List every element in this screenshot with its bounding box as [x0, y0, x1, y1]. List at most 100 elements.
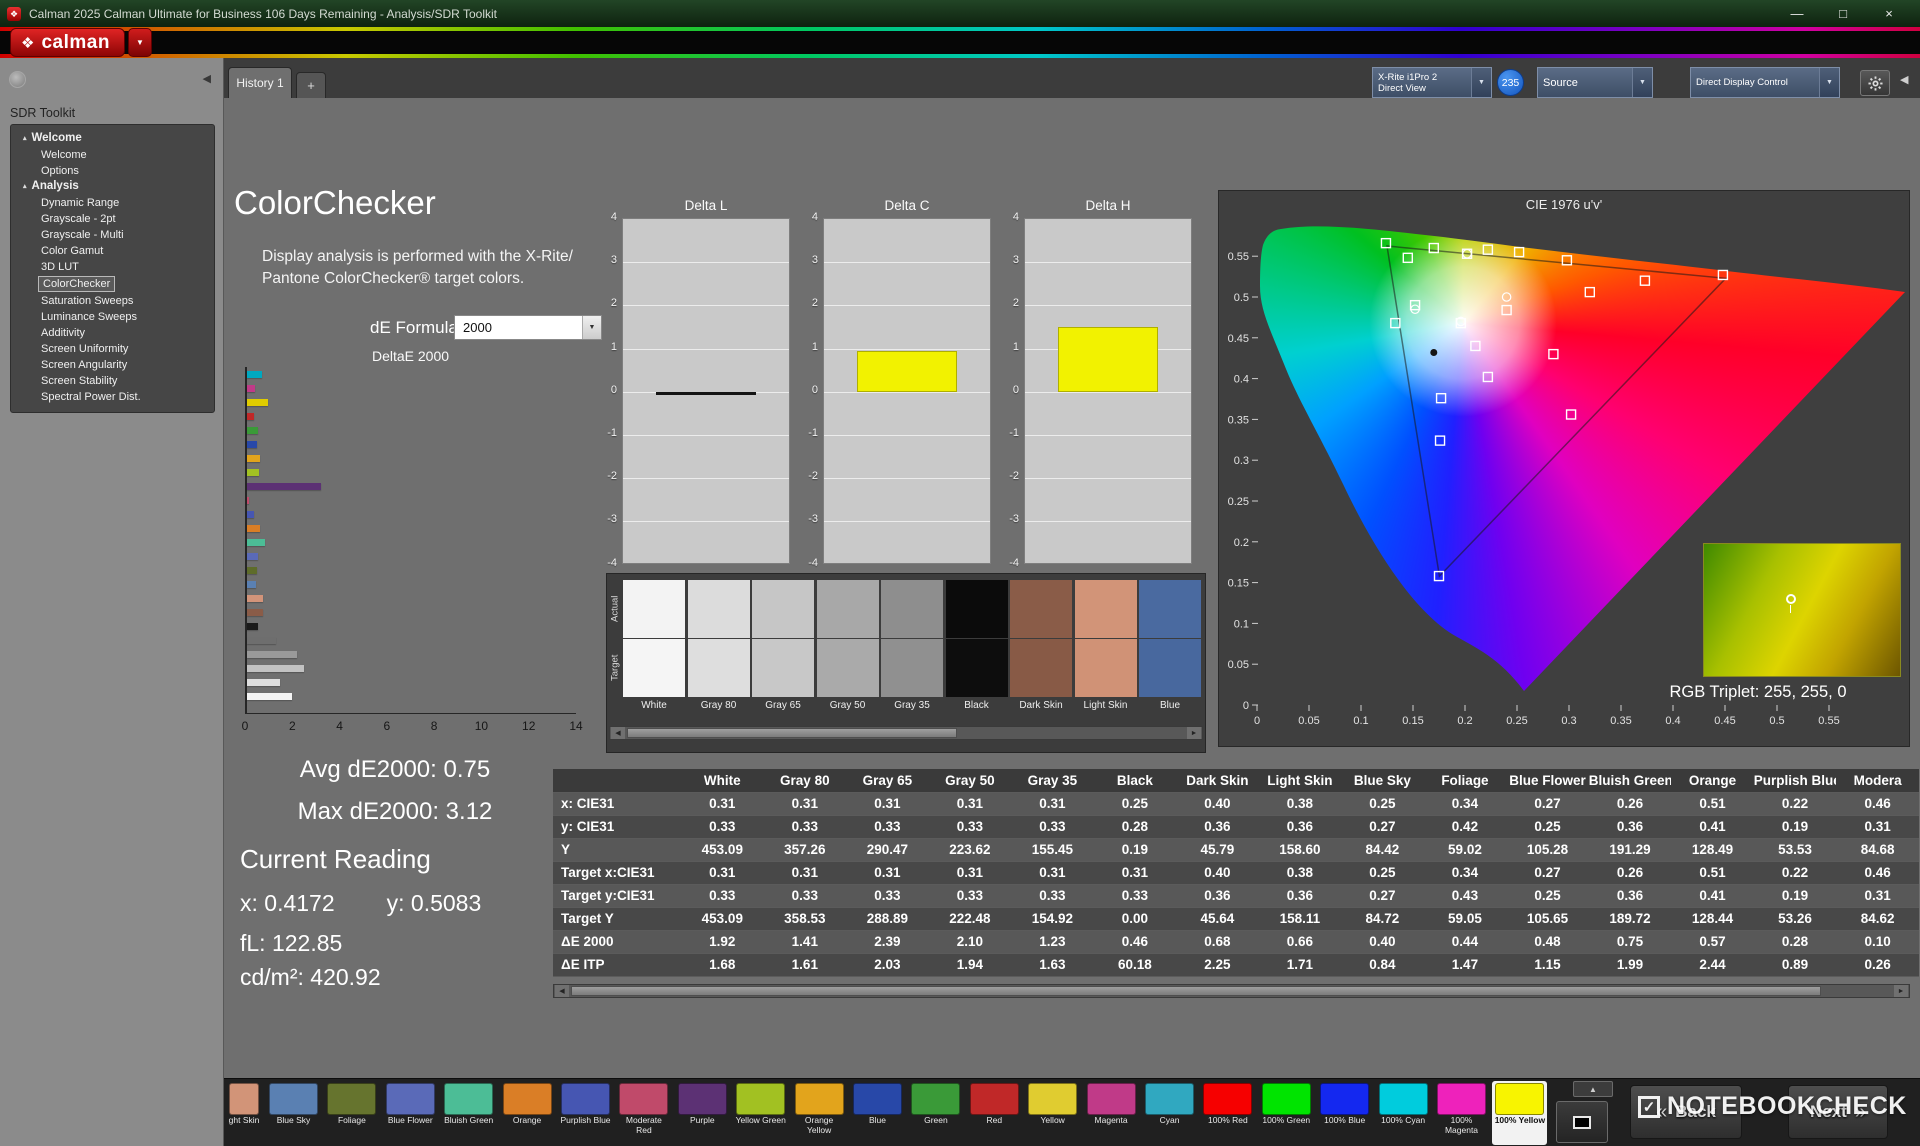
de-formula-select[interactable]: 2000 ▼	[454, 315, 602, 340]
sidebar-item-additivity[interactable]: Additivity	[11, 325, 214, 341]
scroll-right-icon[interactable]: ►	[1894, 985, 1908, 997]
table-cell: 2.10	[928, 930, 1012, 954]
patch-button-100-magenta[interactable]: 100% Magenta	[1434, 1081, 1489, 1145]
table-cell: 0.31	[1093, 861, 1177, 885]
tab-history-1[interactable]: History 1	[228, 67, 292, 98]
maximize-button[interactable]: □	[1820, 6, 1866, 21]
home-icon[interactable]	[9, 71, 26, 88]
patch-button-purple[interactable]: Purple	[675, 1081, 730, 1145]
sidebar-item-welcome[interactable]: Welcome	[11, 147, 214, 163]
patch-button-magenta[interactable]: Magenta	[1084, 1081, 1139, 1145]
sidebar-item-spectral-power-dist-[interactable]: Spectral Power Dist.	[11, 389, 214, 405]
scroll-right-icon[interactable]: ►	[1187, 727, 1201, 739]
patch-button-ght-skin[interactable]: ght Skin	[226, 1081, 262, 1145]
svg-text:0.45: 0.45	[1228, 333, 1249, 345]
strip-scrollbar[interactable]: ◀ ►	[609, 726, 1203, 740]
patch-button-blue[interactable]: Blue	[850, 1081, 905, 1145]
delta-bar	[1058, 327, 1158, 392]
display-control-select[interactable]: Direct Display Control ▼	[1690, 67, 1840, 98]
sidebar-item-grayscale-multi[interactable]: Grayscale - Multi	[11, 227, 214, 243]
close-button[interactable]: ×	[1866, 6, 1912, 21]
patch-comparison-strip: Actual Target White Gray 80 Gray 65 Gray 50…	[606, 573, 1206, 753]
patch-button-cyan[interactable]: Cyan	[1142, 1081, 1197, 1145]
column-header: Black	[1093, 769, 1177, 793]
source-select[interactable]: Source ▼	[1537, 67, 1653, 98]
table-scrollbar[interactable]: ◀ ►	[553, 984, 1910, 998]
table-cell: 0.36	[1176, 884, 1259, 908]
sidebar-item-options[interactable]: Options	[11, 163, 214, 179]
patch-zoom-preview	[1703, 543, 1901, 677]
patch-color	[1086, 1083, 1136, 1115]
right-panel-collapse-button[interactable]: ◀	[1900, 73, 1908, 86]
table-scroll-thumb[interactable]	[571, 986, 1821, 996]
sidebar-item-screen-uniformity[interactable]: Screen Uniformity	[11, 341, 214, 357]
sidebar-item-screen-stability[interactable]: Screen Stability	[11, 373, 214, 389]
strip-scroll-thumb[interactable]	[627, 728, 957, 738]
patch-button-blue-flower[interactable]: Blue Flower	[383, 1081, 438, 1145]
sidebar-item-3d-lut[interactable]: 3D LUT	[11, 259, 214, 275]
expander-icon[interactable]: ▴	[23, 131, 27, 146]
patch-button-yellow[interactable]: Yellow	[1025, 1081, 1080, 1145]
tree-section-welcome[interactable]: ▴ Welcome	[11, 131, 214, 147]
y-tick-label: 1	[811, 340, 818, 353]
patch-button-100-red[interactable]: 100% Red	[1200, 1081, 1255, 1145]
table-cell: 358.53	[763, 907, 847, 931]
patch-button-orange[interactable]: Orange	[500, 1081, 555, 1145]
expand-patch-list-button[interactable]: ▲	[1573, 1081, 1613, 1097]
patch-button-green[interactable]: Green	[908, 1081, 963, 1145]
next-label: Next	[1810, 1102, 1847, 1121]
logo-menu-button[interactable]: ▼	[127, 28, 152, 57]
table-cell: 0.25	[1341, 792, 1424, 816]
y-tick-label: 0	[610, 383, 617, 396]
x-tick-label: 6	[383, 719, 391, 733]
patch-label: Gray 80	[700, 700, 737, 711]
table-cell: 0.27	[1341, 884, 1424, 908]
patch-button-100-blue[interactable]: 100% Blue	[1317, 1081, 1372, 1145]
patch-button-foliage[interactable]: Foliage	[324, 1081, 379, 1145]
patch-button-moderate-red[interactable]: Moderate Red	[616, 1081, 671, 1145]
chevron-down-icon[interactable]: ▼	[1471, 68, 1491, 97]
sidebar-item-colorchecker[interactable]: ColorChecker	[38, 276, 116, 292]
table-row: y: CIE31 0.33 0.33 0.33 0.33 0.33 0.28 0.36 0.36…	[553, 815, 1919, 839]
patch-button-100-green[interactable]: 100% Green	[1259, 1081, 1314, 1145]
patch-button-blue-sky[interactable]: Blue Sky	[266, 1081, 321, 1145]
pattern-window-button[interactable]	[1556, 1101, 1608, 1143]
sidebar-item-dynamic-range[interactable]: Dynamic Range	[11, 195, 214, 211]
add-tab-button[interactable]: +	[296, 72, 326, 98]
table-cell: 84.62	[1836, 907, 1919, 931]
table-cell: 53.53	[1753, 838, 1837, 862]
back-button[interactable]: « Back	[1630, 1085, 1742, 1139]
next-button[interactable]: Next »	[1788, 1085, 1888, 1139]
patch-button-100-yellow[interactable]: 100% Yellow	[1492, 1081, 1548, 1145]
scroll-left-icon[interactable]: ◀	[555, 985, 569, 997]
meter-select[interactable]: X-Rite i1Pro 2 Direct View ▼	[1372, 67, 1492, 98]
expander-icon[interactable]: ▴	[23, 179, 27, 194]
tree-section-analysis[interactable]: ▴ Analysis	[11, 179, 214, 195]
sidebar-item-saturation-sweeps[interactable]: Saturation Sweeps	[11, 293, 214, 309]
patch-column-gray-50: Gray 50	[816, 580, 879, 711]
scroll-left-icon[interactable]: ◀	[611, 727, 625, 739]
table-cell: 0.33	[846, 815, 929, 839]
patch-button-100-cyan[interactable]: 100% Cyan	[1376, 1081, 1431, 1145]
table-cell: 0.41	[1671, 815, 1754, 839]
sidebar-item-luminance-sweeps[interactable]: Luminance Sweeps	[11, 309, 214, 325]
table-cell: 0.34	[1423, 861, 1507, 885]
sidebar-collapse-button[interactable]: ◀	[203, 72, 211, 85]
sidebar-item-color-gamut[interactable]: Color Gamut	[11, 243, 214, 259]
settings-button[interactable]	[1860, 70, 1890, 96]
actual-swatch	[752, 580, 814, 638]
minimize-button[interactable]: —	[1774, 6, 1820, 21]
sidebar-item-grayscale-2pt[interactable]: Grayscale - 2pt	[11, 211, 214, 227]
calman-logo[interactable]: ❖ calman ▼	[10, 28, 152, 57]
patch-button-bluish-green[interactable]: Bluish Green	[441, 1081, 496, 1145]
de-bar-yellow	[247, 399, 268, 406]
patch-button-yellow-green[interactable]: Yellow Green	[733, 1081, 788, 1145]
chevron-down-icon[interactable]: ▼	[1632, 68, 1652, 97]
patch-button-purplish-blue[interactable]: Purplish Blue	[558, 1081, 613, 1145]
sidebar-item-screen-angularity[interactable]: Screen Angularity	[11, 357, 214, 373]
chevron-down-icon[interactable]: ▼	[582, 316, 601, 339]
patch-button-red[interactable]: Red	[967, 1081, 1022, 1145]
delta-chart-delta-c	[823, 218, 991, 564]
patch-button-orange-yellow[interactable]: Orange Yellow	[792, 1081, 847, 1145]
chevron-down-icon[interactable]: ▼	[1819, 68, 1839, 97]
